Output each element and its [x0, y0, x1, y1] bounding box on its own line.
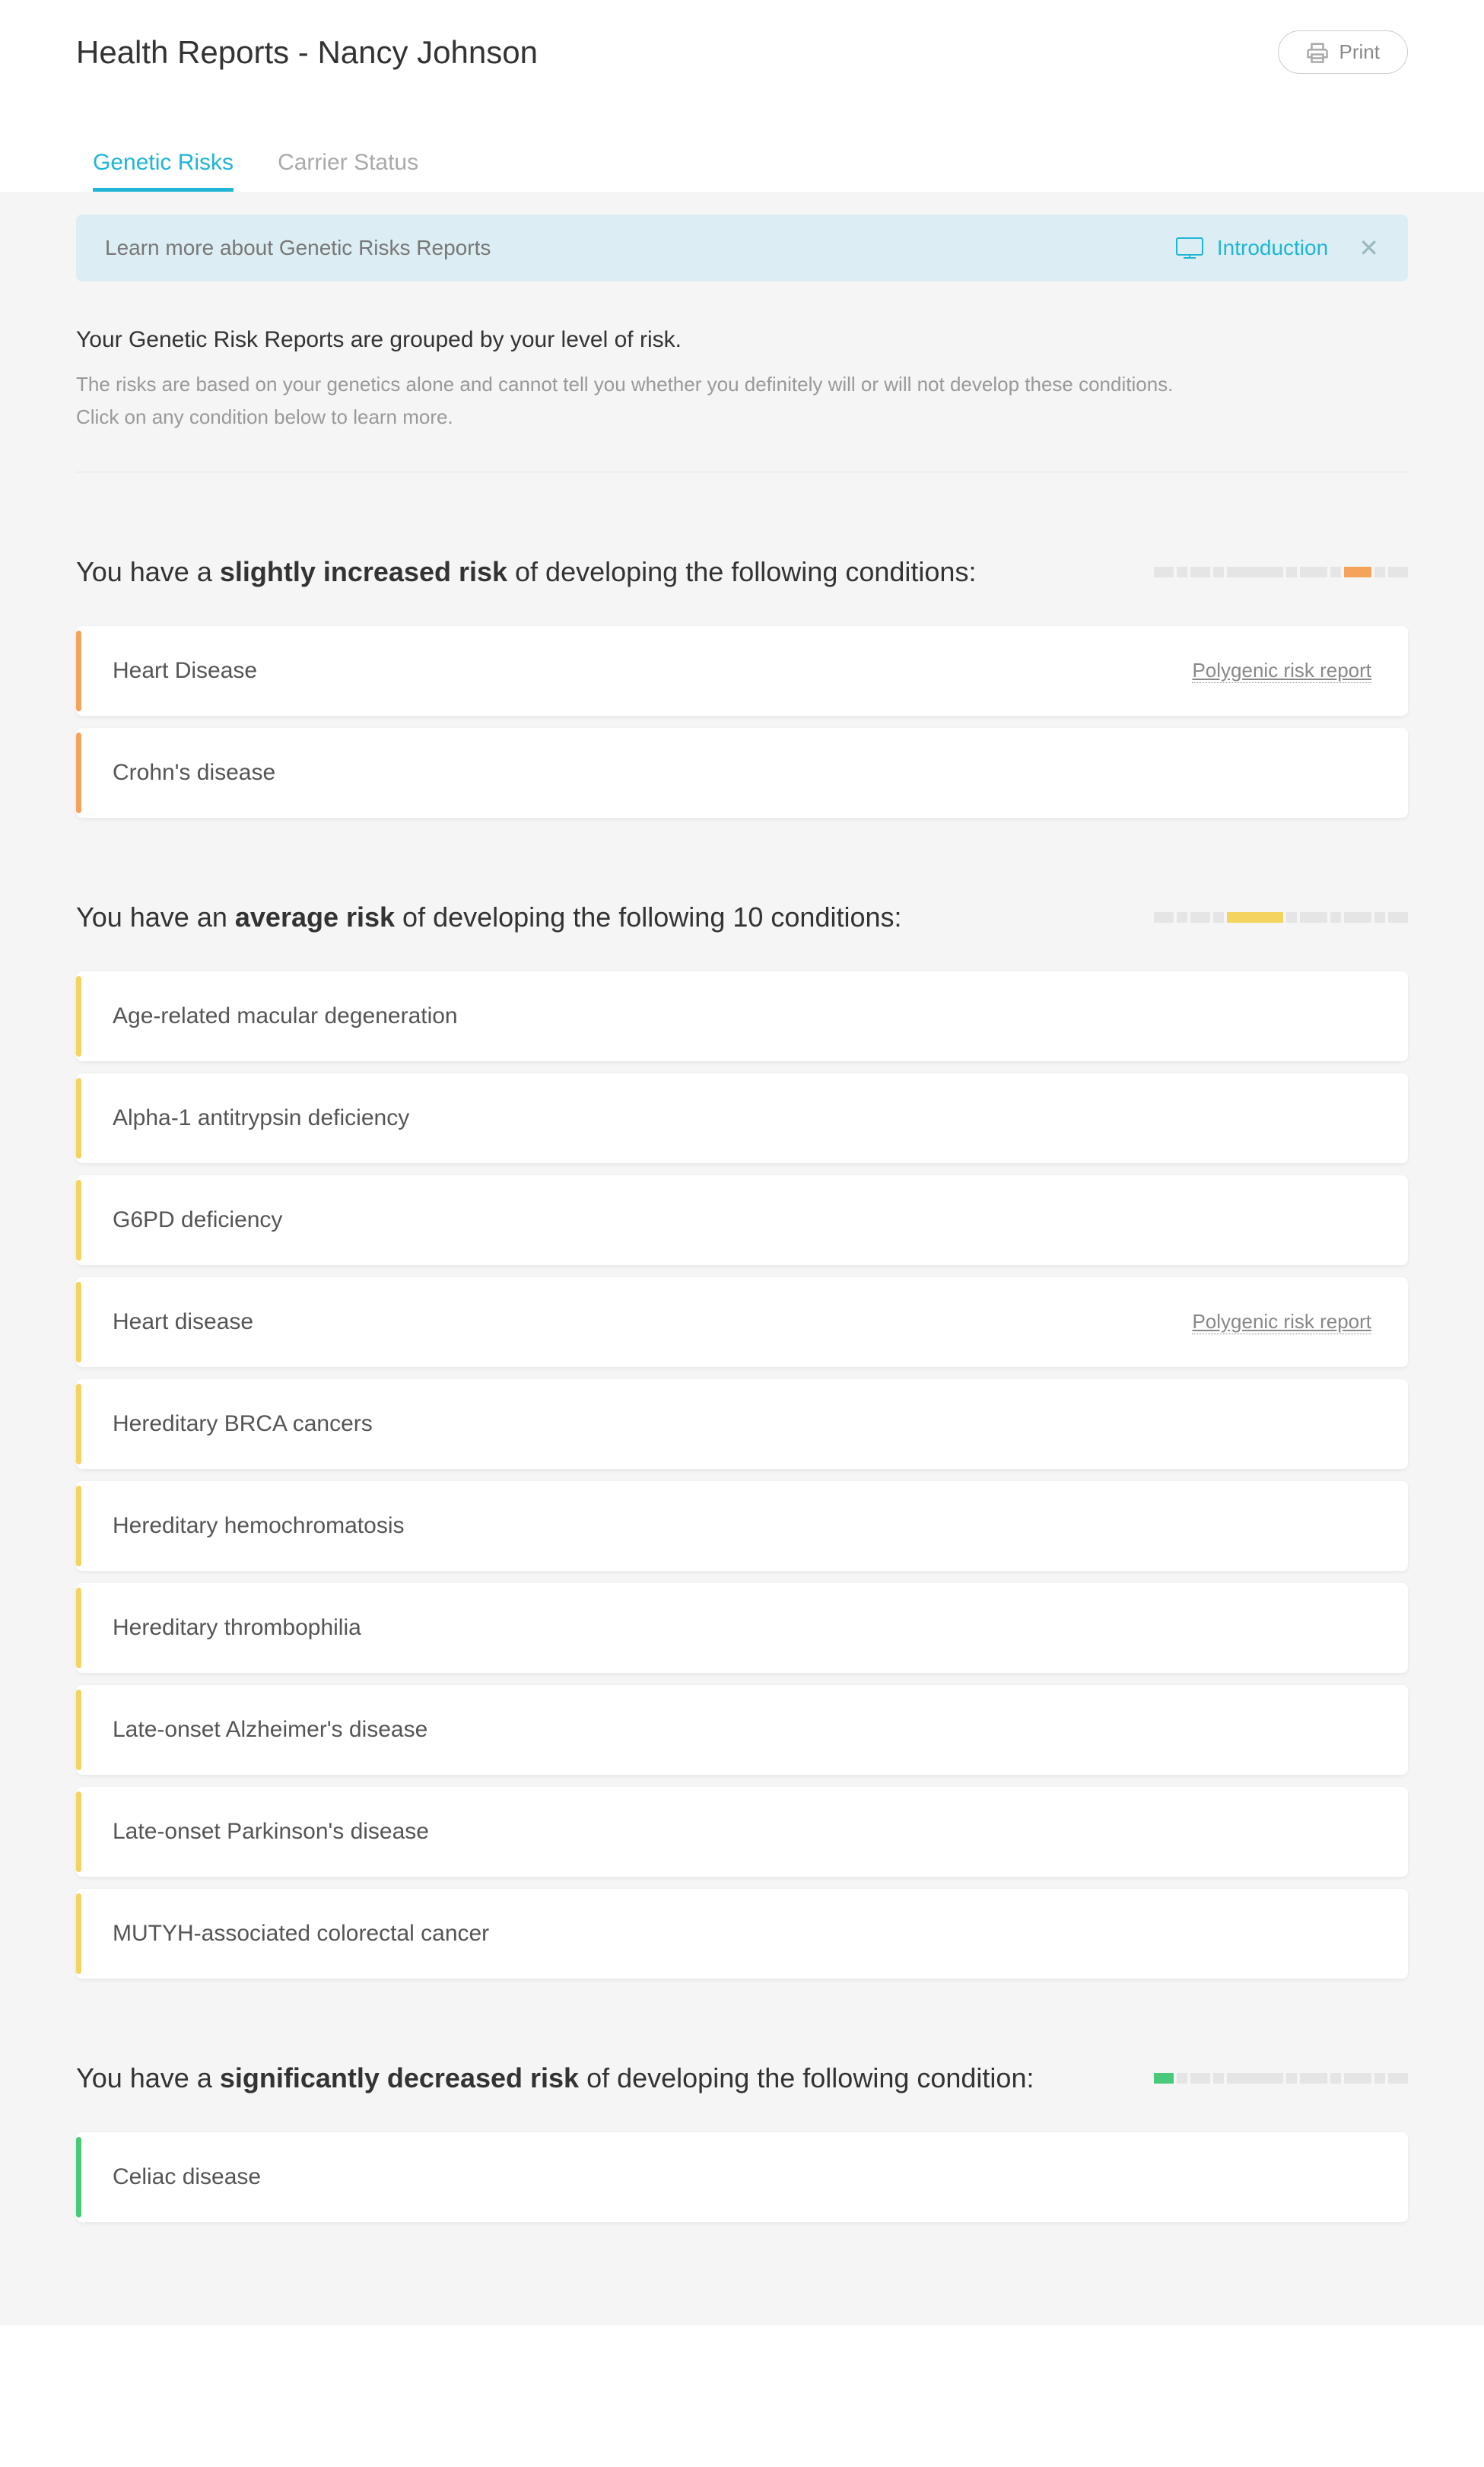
risk-scale-segment — [1300, 2073, 1327, 2084]
risk-scale-segment — [1190, 912, 1210, 923]
risk-scale-segment — [1344, 912, 1371, 923]
risk-scale-segment — [1388, 567, 1408, 577]
risk-scale-segment — [1154, 2073, 1174, 2084]
condition-card[interactable]: MUTYH-associated colorectal cancer — [76, 1889, 1408, 1979]
condition-name: Hereditary thrombophilia — [113, 1615, 361, 1641]
intro-title: Your Genetic Risk Reports are grouped by… — [76, 327, 1408, 353]
condition-card[interactable]: Age-related macular degeneration — [76, 971, 1408, 1061]
condition-card[interactable]: Crohn's disease — [76, 728, 1408, 818]
risk-scale-segment — [1300, 912, 1327, 923]
condition-card[interactable]: Hereditary BRCA cancers — [76, 1379, 1408, 1469]
risk-scale-segment — [1227, 2073, 1283, 2084]
risk-scale-indicator — [1154, 2073, 1408, 2084]
risk-scale-segment — [1154, 912, 1174, 923]
condition-name: Late-onset Alzheimer's disease — [113, 1717, 427, 1743]
risk-scale-segment — [1330, 2073, 1341, 2084]
presentation-icon — [1176, 237, 1203, 259]
risk-scale-segment — [1330, 912, 1341, 923]
page-title: Health Reports - Nancy Johnson — [76, 34, 538, 71]
tab-carrier-status[interactable]: Carrier Status — [278, 150, 418, 192]
section-slightly-increased: You have a slightly increased risk of de… — [76, 556, 1408, 818]
risk-scale-segment — [1213, 567, 1224, 577]
condition-name: Hereditary hemochromatosis — [113, 1513, 404, 1539]
risk-scale-segment — [1344, 2073, 1371, 2084]
risk-scale-segment — [1177, 2073, 1187, 2084]
risk-scale-segment — [1154, 567, 1174, 577]
introduction-link[interactable]: Introduction — [1176, 236, 1328, 260]
risk-scale-segment — [1286, 912, 1297, 923]
section-title-decreased: You have a significantly decreased risk … — [76, 2062, 1034, 2094]
risk-scale-segment — [1286, 567, 1297, 577]
polygenic-risk-report-link[interactable]: Polygenic risk report — [1192, 659, 1371, 683]
risk-scale-segment — [1227, 567, 1283, 577]
condition-card[interactable]: Late-onset Parkinson's disease — [76, 1787, 1408, 1877]
risk-scale-segment — [1388, 2073, 1408, 2084]
risk-scale-segment — [1374, 567, 1385, 577]
polygenic-risk-report-link[interactable]: Polygenic risk report — [1192, 1310, 1371, 1334]
risk-scale-segment — [1213, 912, 1224, 923]
risk-scale-segment — [1190, 2073, 1210, 2084]
condition-card[interactable]: Late-onset Alzheimer's disease — [76, 1685, 1408, 1775]
condition-name: G6PD deficiency — [113, 1207, 282, 1233]
print-label: Print — [1339, 40, 1380, 64]
risk-scale-segment — [1330, 567, 1341, 577]
condition-name: Heart disease — [113, 1309, 253, 1335]
condition-card[interactable]: Celiac disease — [76, 2132, 1408, 2222]
info-banner-text: Learn more about Genetic Risks Reports — [105, 236, 491, 260]
condition-card[interactable]: Heart Disease Polygenic risk report — [76, 626, 1408, 716]
section-title-slightly-increased: You have a slightly increased risk of de… — [76, 556, 976, 588]
close-icon[interactable]: ✕ — [1358, 236, 1379, 260]
condition-card[interactable]: Heart disease Polygenic risk report — [76, 1277, 1408, 1367]
tabs: Genetic Risks Carrier Status — [76, 150, 1408, 192]
condition-name: Age-related macular degeneration — [113, 1003, 458, 1029]
section-average: You have an average risk of developing t… — [76, 901, 1408, 1979]
print-button[interactable]: Print — [1278, 30, 1408, 74]
condition-name: Celiac disease — [113, 2164, 261, 2190]
condition-name: Heart Disease — [113, 658, 257, 684]
introduction-label: Introduction — [1217, 236, 1328, 260]
condition-name: Hereditary BRCA cancers — [113, 1411, 373, 1437]
condition-name: Late-onset Parkinson's disease — [113, 1819, 429, 1845]
condition-card[interactable]: G6PD deficiency — [76, 1175, 1408, 1265]
risk-scale-indicator — [1154, 567, 1408, 577]
condition-card[interactable]: Hereditary thrombophilia — [76, 1583, 1408, 1673]
risk-scale-segment — [1300, 567, 1327, 577]
risk-scale-segment — [1388, 912, 1408, 923]
risk-scale-segment — [1177, 912, 1187, 923]
risk-scale-segment — [1374, 2073, 1385, 2084]
condition-name: Crohn's disease — [113, 760, 275, 786]
intro-line-2: Click on any condition below to learn mo… — [76, 405, 1408, 429]
risk-scale-indicator — [1154, 912, 1408, 923]
tab-genetic-risks[interactable]: Genetic Risks — [93, 150, 234, 192]
risk-scale-segment — [1190, 567, 1210, 577]
intro-line-1: The risks are based on your genetics alo… — [76, 373, 1408, 396]
risk-scale-segment — [1213, 2073, 1224, 2084]
risk-scale-segment — [1286, 2073, 1297, 2084]
condition-name: MUTYH-associated colorectal cancer — [113, 1921, 489, 1947]
condition-card[interactable]: Hereditary hemochromatosis — [76, 1481, 1408, 1571]
risk-scale-segment — [1374, 912, 1385, 923]
section-title-average: You have an average risk of developing t… — [76, 901, 902, 933]
section-significantly-decreased: You have a significantly decreased risk … — [76, 2062, 1408, 2222]
condition-card[interactable]: Alpha-1 antitrypsin deficiency — [76, 1073, 1408, 1163]
info-banner: Learn more about Genetic Risks Reports I… — [76, 215, 1408, 281]
risk-scale-segment — [1227, 912, 1283, 923]
print-icon — [1306, 41, 1329, 64]
risk-scale-segment — [1177, 567, 1187, 577]
risk-scale-segment — [1344, 567, 1371, 577]
condition-name: Alpha-1 antitrypsin deficiency — [113, 1105, 409, 1131]
